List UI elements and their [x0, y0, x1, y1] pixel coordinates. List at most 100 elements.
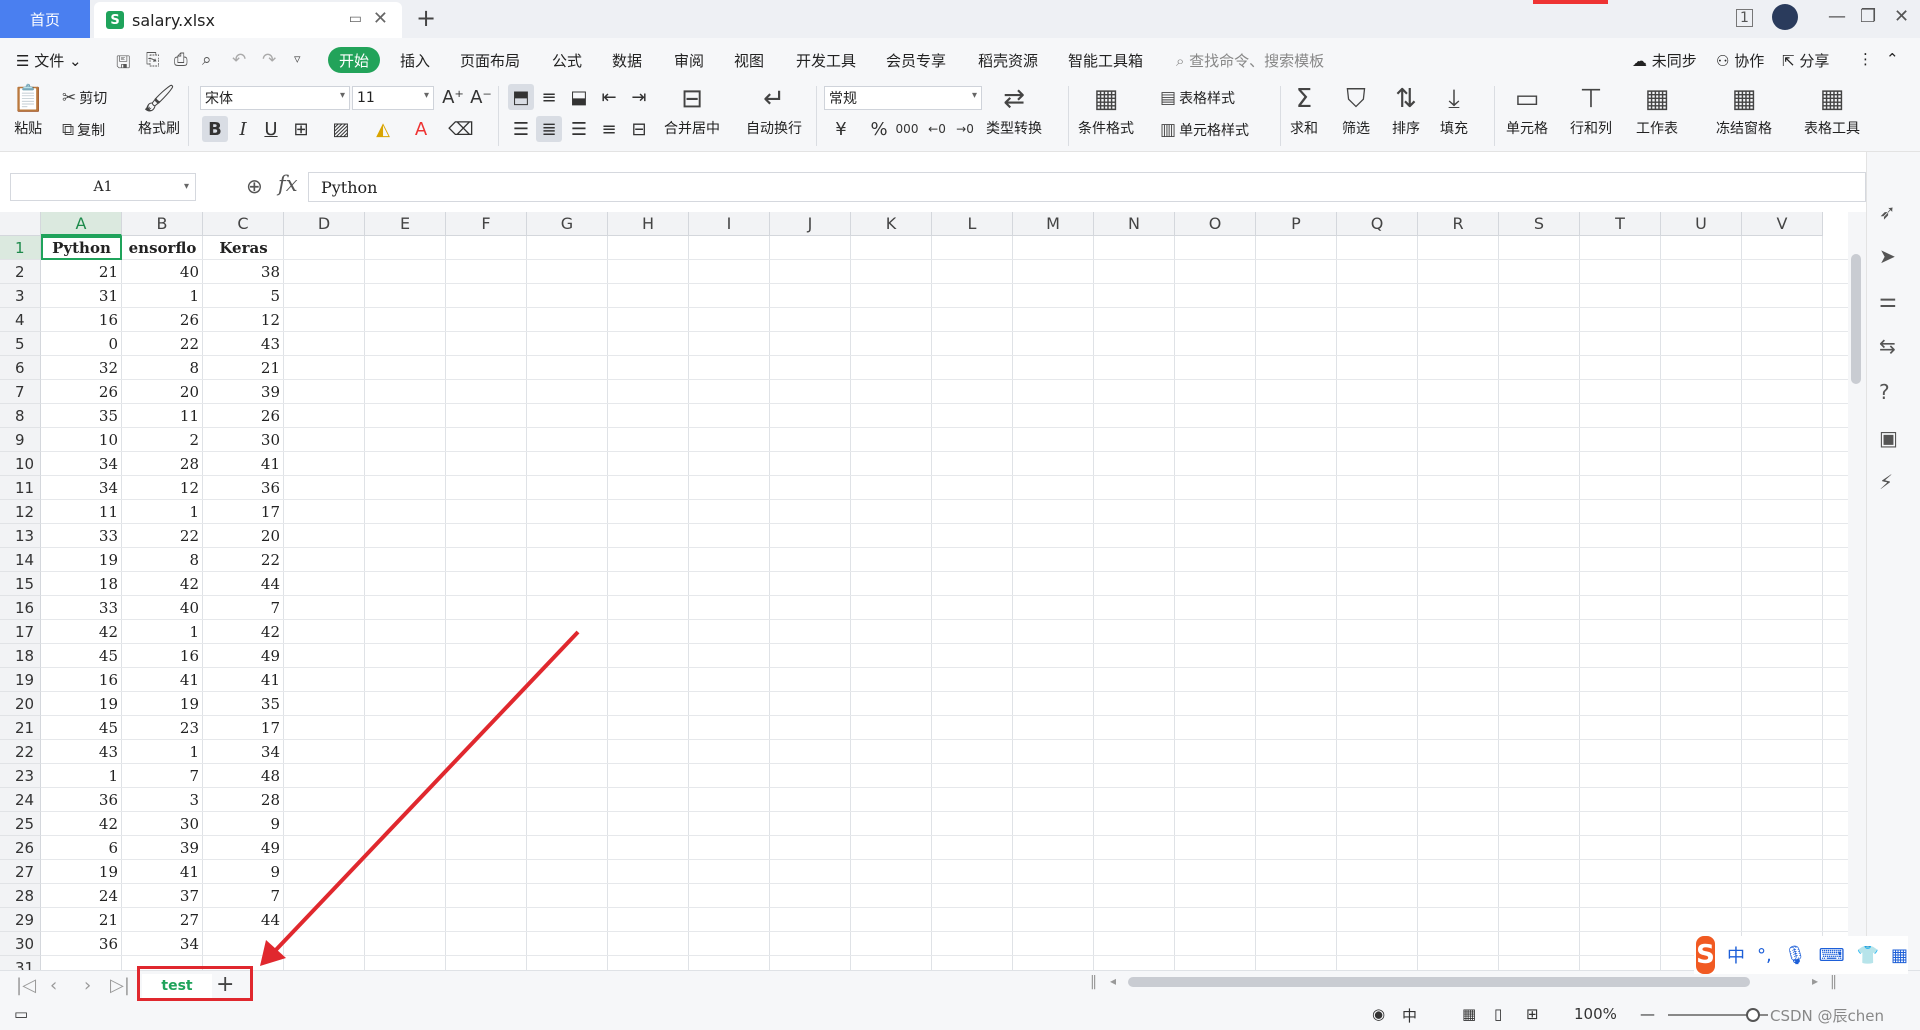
data-cell[interactable]: 42 [41, 620, 122, 644]
data-cell[interactable]: 1 [122, 284, 203, 308]
data-cell[interactable]: 39 [122, 836, 203, 860]
data-cell[interactable]: 36 [203, 476, 284, 500]
column-header[interactable]: D [284, 212, 365, 236]
column-header[interactable]: F [446, 212, 527, 236]
italic-button[interactable]: I [230, 116, 256, 142]
normal-view-icon[interactable]: ▦ [1462, 1005, 1476, 1023]
worksheet-button[interactable]: ▦ 工作表 [1636, 84, 1678, 138]
tab-view[interactable]: 视图 [734, 50, 764, 71]
save-icon[interactable]: 🖫 [116, 50, 130, 79]
data-cell[interactable]: 43 [41, 740, 122, 764]
data-cell[interactable]: 19 [41, 860, 122, 884]
data-cell[interactable]: 16 [41, 308, 122, 332]
header-cell[interactable]: Python [41, 236, 122, 260]
distributed-icon[interactable]: ⊟ [626, 116, 652, 142]
column-header[interactable]: H [608, 212, 689, 236]
sliders-icon[interactable]: ⚌ [1879, 288, 1897, 312]
first-sheet-icon[interactable]: |◁ [16, 975, 36, 996]
next-sheet-icon[interactable]: › [84, 975, 91, 996]
column-header[interactable]: C [203, 212, 284, 236]
column-header[interactable]: E [365, 212, 446, 236]
row-header[interactable]: 19 [0, 668, 41, 692]
collapse-ribbon-icon[interactable]: ⌃ [1886, 50, 1899, 68]
data-cell[interactable]: 31 [41, 284, 122, 308]
data-cell[interactable]: 35 [41, 404, 122, 428]
data-cell[interactable]: 28 [203, 788, 284, 812]
data-cell[interactable]: 32 [41, 356, 122, 380]
header-cell[interactable]: Keras [203, 236, 284, 260]
data-cell[interactable]: 35 [203, 692, 284, 716]
align-middle-icon[interactable]: ≡ [536, 84, 562, 110]
zoom-level[interactable]: 100% [1574, 1005, 1617, 1023]
print-icon[interactable]: ⎙ [174, 50, 188, 70]
filter-button[interactable]: ⛉ 筛选 [1342, 84, 1370, 138]
data-cell[interactable]: 3 [122, 788, 203, 812]
close-tab-icon[interactable]: ✕ [373, 8, 388, 29]
file-menu[interactable]: ☰ 文件 ⌄ [16, 50, 82, 71]
data-cell[interactable]: 45 [41, 644, 122, 668]
data-cell[interactable]: 33 [41, 596, 122, 620]
split-handle-icon[interactable]: ‖ [1090, 974, 1097, 990]
microphone-icon[interactable]: 🎙 [1784, 945, 1807, 966]
column-header[interactable]: L [932, 212, 1013, 236]
sum-button[interactable]: Σ 求和 [1290, 84, 1318, 138]
increase-decimal-icon[interactable]: ←0 [924, 116, 950, 142]
cell-style-button[interactable]: ▥ 单元格样式 [1160, 120, 1249, 140]
zoom-icon[interactable]: ⊕ [246, 174, 263, 198]
zoom-slider-knob[interactable] [1746, 1008, 1760, 1022]
data-cell[interactable]: 42 [122, 572, 203, 596]
data-cell[interactable]: 40 [122, 260, 203, 284]
data-cell[interactable]: 22 [122, 332, 203, 356]
new-tab-button[interactable]: + [416, 4, 436, 32]
fill-pattern-icon[interactable]: ▨ [328, 116, 354, 142]
align-right-icon[interactable]: ☰ [566, 116, 592, 142]
lightning-icon[interactable]: ⚡ [1879, 470, 1893, 494]
cursor-icon[interactable]: ➤ [1879, 244, 1896, 268]
row-header[interactable]: 28 [0, 884, 41, 908]
page-break-view-icon[interactable]: ⊞ [1526, 1005, 1539, 1023]
tab-insert[interactable]: 插入 [400, 50, 430, 71]
row-header[interactable]: 29 [0, 908, 41, 932]
data-cell[interactable]: 21 [41, 908, 122, 932]
data-cell[interactable]: 30 [122, 812, 203, 836]
copy-button[interactable]: ⧉ 复制 [62, 120, 105, 140]
column-header[interactable]: N [1094, 212, 1175, 236]
data-cell[interactable] [203, 932, 284, 956]
minimize-icon[interactable]: — [1828, 6, 1846, 27]
data-cell[interactable]: 49 [203, 644, 284, 668]
row-header[interactable]: 11 [0, 476, 41, 500]
data-cell[interactable]: 16 [41, 668, 122, 692]
data-cell[interactable]: 1 [122, 620, 203, 644]
data-cell[interactable]: 7 [122, 764, 203, 788]
font-size-select[interactable]: 11 ▾ [352, 86, 434, 110]
currency-icon[interactable]: ¥ [828, 116, 854, 142]
justify-icon[interactable]: ≡ [596, 116, 622, 142]
close-window-icon[interactable]: ✕ [1894, 6, 1909, 27]
border-icon[interactable]: ⊞ [288, 116, 314, 142]
share-button[interactable]: ⇱ 分享 [1782, 50, 1829, 71]
underline-button[interactable]: U [258, 116, 284, 142]
cell-button[interactable]: ▭ 单元格 [1506, 84, 1548, 138]
data-cell[interactable]: 33 [41, 524, 122, 548]
data-cell[interactable]: 49 [203, 836, 284, 860]
data-cell[interactable]: 7 [203, 596, 284, 620]
data-cell[interactable]: 26 [122, 308, 203, 332]
column-header[interactable]: V [1742, 212, 1823, 236]
row-header[interactable]: 3 [0, 284, 41, 308]
data-cell[interactable]: 34 [41, 452, 122, 476]
restore-icon[interactable]: ❐ [1860, 6, 1876, 27]
data-cell[interactable]: 1 [122, 500, 203, 524]
row-header[interactable]: 15 [0, 572, 41, 596]
tab-data[interactable]: 数据 [612, 50, 642, 71]
row-header[interactable]: 2 [0, 260, 41, 284]
page-view-icon[interactable]: ▯ [1494, 1005, 1502, 1023]
bold-button[interactable]: B [202, 116, 228, 142]
prev-sheet-icon[interactable]: ‹ [50, 975, 57, 996]
font-name-select[interactable]: 宋体 ▾ [200, 86, 350, 110]
scroll-left-icon[interactable]: ◂ [1110, 974, 1116, 988]
data-cell[interactable]: 9 [203, 860, 284, 884]
row-header[interactable]: 21 [0, 716, 41, 740]
zoom-out-icon[interactable]: — [1640, 1005, 1655, 1023]
more-icon[interactable]: ⋮ [1858, 50, 1873, 68]
align-left-icon[interactable]: ☰ [508, 116, 534, 142]
